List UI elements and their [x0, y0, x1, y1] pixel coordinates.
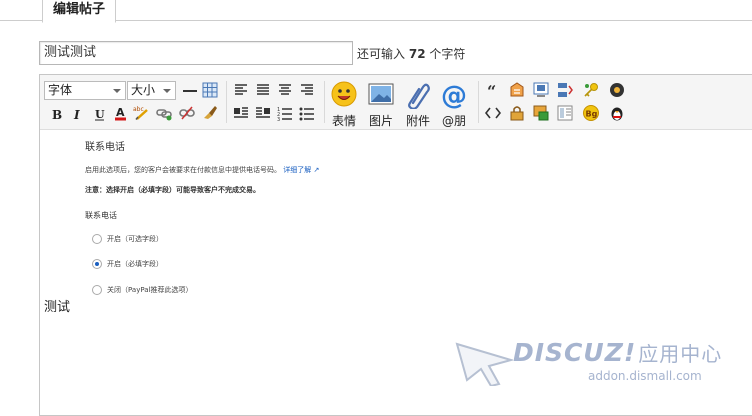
watermark-url: addon.dismall.com: [588, 369, 702, 383]
emoji-button[interactable]: 表情: [329, 79, 359, 128]
radio-required-label: 开启（必填字段）: [107, 260, 163, 268]
background-icon[interactable]: Bg: [583, 105, 599, 121]
discuz-watermark: DISCUZ! 应用中心 addon.dismall.com: [455, 336, 745, 396]
learn-more-label: 详细了解: [283, 166, 312, 174]
underline-icon[interactable]: U: [92, 106, 108, 122]
svg-text:3: 3: [277, 117, 280, 121]
emoji-button-label: 表情: [331, 114, 356, 128]
char-counter-count: 72: [408, 47, 426, 61]
image-icon: [368, 83, 394, 105]
table-icon[interactable]: [202, 82, 218, 98]
spellcheck-icon[interactable]: abc: [133, 104, 149, 120]
size-select-label: 大小: [131, 83, 156, 97]
body-text: 测试: [44, 300, 71, 315]
page-break-icon[interactable]: [557, 82, 573, 98]
char-counter-suffix: 个字符: [429, 47, 466, 61]
align-left-icon[interactable]: [233, 82, 249, 98]
align-center-icon[interactable]: [277, 82, 293, 98]
mention-button[interactable]: @ @朋: [438, 79, 470, 128]
italic-icon[interactable]: I: [69, 106, 85, 122]
at-sign-icon: @: [441, 81, 467, 109]
text-color-icon[interactable]: A: [113, 105, 129, 121]
font-select[interactable]: 字体: [44, 81, 126, 100]
paperclip-icon: [408, 83, 430, 109]
password-key-icon[interactable]: [583, 82, 599, 98]
subject-input[interactable]: 测试测试: [39, 41, 353, 65]
attachment-button[interactable]: 附件: [402, 79, 434, 128]
chevron-down-icon: [163, 89, 171, 93]
svg-text:U: U: [95, 108, 105, 121]
float-right-icon[interactable]: [255, 105, 271, 121]
description-line: 启用此选项后，您的客户会被要求在付款信息中提供电话号码。 详细了解 ↗: [85, 165, 319, 175]
char-counter: 还可输入 72 个字符: [357, 45, 465, 62]
size-select[interactable]: 大小: [127, 81, 176, 100]
svg-text:abc: abc: [133, 106, 144, 113]
char-counter-prefix: 还可输入: [357, 47, 406, 61]
warning-note: 注意：选择开启（必填字段）可能导致客户不完成交易。: [85, 186, 260, 194]
clear-format-icon[interactable]: [202, 104, 218, 120]
qq-penguin-icon[interactable]: [609, 105, 625, 121]
link-icon[interactable]: [156, 105, 172, 121]
unordered-list-icon[interactable]: [299, 105, 315, 121]
radio-optional[interactable]: [92, 234, 102, 244]
radio-optional-label: 开启（可选字段）: [107, 235, 163, 243]
svg-text:B: B: [52, 108, 62, 122]
toolbar-separator: [226, 81, 227, 123]
learn-more-link[interactable]: 详细了解 ↗: [283, 166, 319, 174]
svg-text:@: @: [441, 81, 467, 109]
image-button[interactable]: 图片: [365, 79, 397, 128]
image-button-label: 图片: [368, 114, 393, 128]
flash-icon[interactable]: [533, 82, 549, 98]
bold-icon[interactable]: B: [49, 106, 65, 122]
svg-text:I: I: [73, 108, 80, 122]
cursor-arrow-icon: [455, 342, 513, 386]
chevron-down-icon: [113, 89, 121, 93]
radio-off[interactable]: [92, 285, 102, 295]
unlink-icon[interactable]: [179, 105, 195, 121]
svg-text:A: A: [116, 106, 125, 119]
description-text: 启用此选项后，您的客户会被要求在付款信息中提供电话号码。: [85, 166, 281, 174]
radio-required[interactable]: [92, 259, 102, 269]
mention-button-label: @朋: [441, 114, 466, 128]
align-justify-icon[interactable]: [255, 82, 271, 98]
font-select-label: 字体: [48, 83, 73, 97]
toolbar-separator: [478, 81, 479, 123]
section-heading: 联系电话: [85, 142, 125, 153]
watermark-brand: DISCUZ! 应用中心: [513, 338, 722, 367]
attachment-button-label: 附件: [405, 114, 430, 128]
tab-edit-post[interactable]: 编辑帖子: [42, 0, 116, 23]
watermark-cn-text: 应用中心: [638, 342, 723, 366]
sub-heading: 联系电话: [85, 211, 117, 220]
align-right-icon[interactable]: [299, 82, 315, 98]
editor-toolbar: 字体 大小 B I U A abc 123 表情 图片 附件 @ @朋 “ Bg: [40, 75, 752, 130]
free-block-icon[interactable]: [509, 82, 525, 98]
quote-icon[interactable]: “: [485, 83, 501, 99]
radio-off-label: 关闭（PayPal推荐此选项）: [107, 286, 193, 294]
smiley-icon: [331, 81, 357, 107]
background-icon-label: Bg: [586, 110, 598, 119]
code-icon[interactable]: [485, 105, 501, 121]
watermark-brand-text: DISCUZ!: [513, 338, 637, 367]
float-left-icon[interactable]: [233, 105, 249, 121]
hide-content-icon[interactable]: [509, 105, 525, 121]
svg-text:“: “: [487, 83, 496, 99]
audio-icon[interactable]: [609, 82, 625, 98]
ordered-list-icon[interactable]: 123: [277, 105, 293, 121]
horizontal-rule-icon[interactable]: [182, 83, 198, 99]
insert-image-icon[interactable]: [533, 105, 549, 121]
toolbar-separator: [324, 81, 325, 123]
columns-icon[interactable]: [557, 105, 573, 121]
